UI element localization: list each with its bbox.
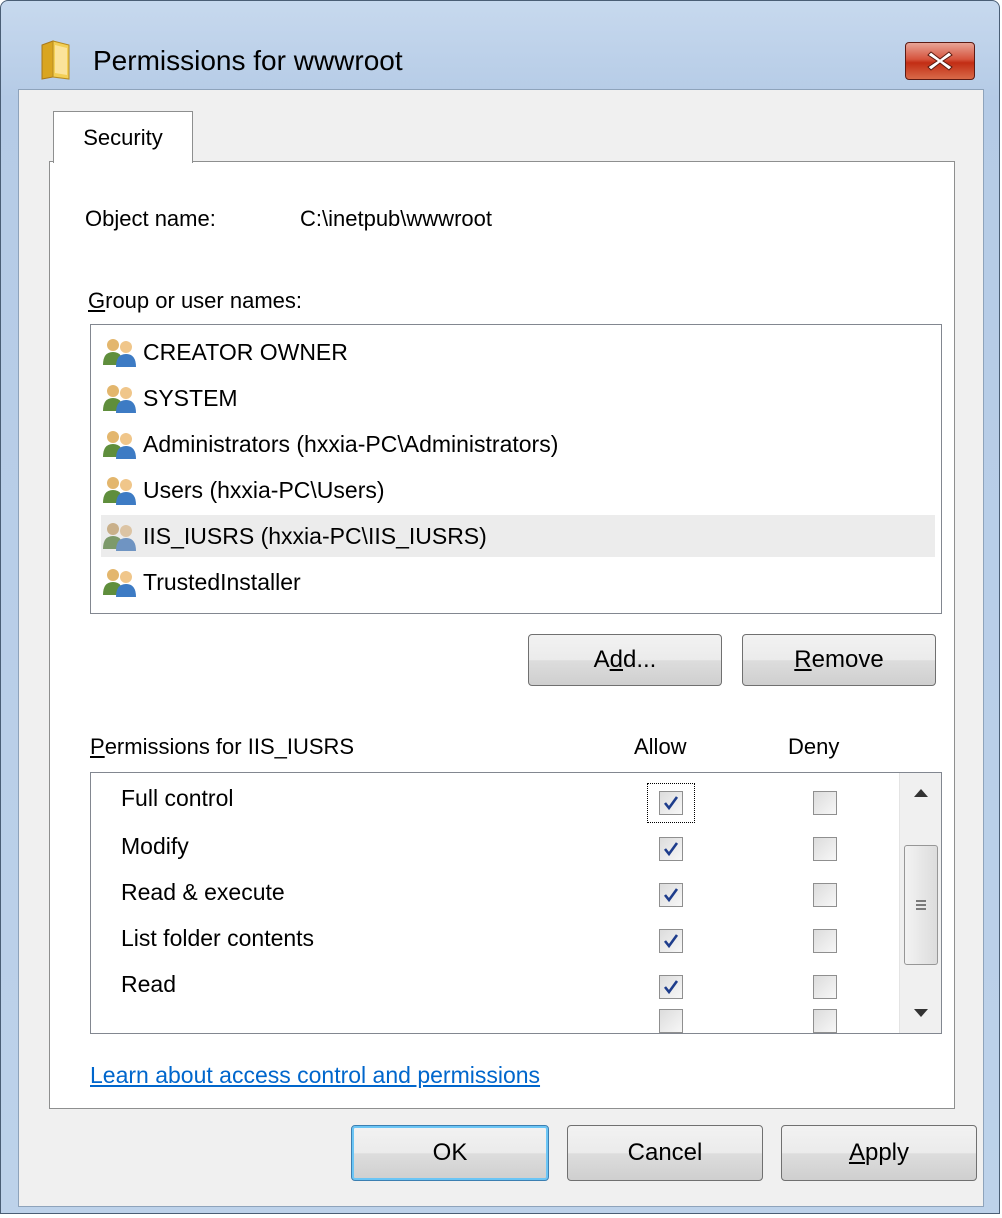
scroll-thumb[interactable] xyxy=(904,845,938,965)
tab-security[interactable]: Security xyxy=(53,111,193,163)
group-user-listbox[interactable]: CREATOR OWNER SYSTEM Administrators (hxx… xyxy=(90,324,942,614)
dialog-window: Permissions for wwwroot Security Object … xyxy=(0,0,1000,1214)
permission-row-partial xyxy=(91,1009,901,1033)
permission-row: Modify xyxy=(91,825,901,871)
list-item[interactable]: TrustedInstaller xyxy=(101,561,935,603)
window-title: Permissions for wwwroot xyxy=(93,45,403,76)
group-label-accesskey: G xyxy=(88,288,106,313)
list-item[interactable]: CREATOR OWNER xyxy=(101,331,935,373)
permission-name: Read xyxy=(121,971,176,997)
list-item-label: Administrators (hxxia-PC\Administrators) xyxy=(143,430,559,457)
remove-button-label-rest: emove xyxy=(811,646,884,673)
apply-button-accesskey: A xyxy=(848,1139,865,1166)
permissions-title-accesskey: P xyxy=(90,734,105,759)
user-group-icon xyxy=(103,569,136,597)
checkmark-icon xyxy=(663,980,679,995)
permission-name: List folder contents xyxy=(121,925,315,951)
allow-checkbox[interactable] xyxy=(659,975,683,999)
close-button[interactable] xyxy=(905,42,975,80)
deny-checkbox[interactable] xyxy=(813,883,837,907)
user-group-icon xyxy=(103,477,136,505)
permission-row: Read & execute xyxy=(91,871,901,917)
permissions-title: Permissions for IIS_IUSRS xyxy=(90,734,354,760)
add-button-label-a: A xyxy=(593,646,610,673)
object-name-label: Object name: xyxy=(85,206,216,231)
allow-checkbox[interactable] xyxy=(659,929,683,953)
add-button-accesskey: d xyxy=(609,646,623,673)
list-item-label: IIS_IUSRS (hxxia-PC\IIS_IUSRS) xyxy=(143,522,487,549)
permission-name: Modify xyxy=(121,833,189,859)
allow-checkbox[interactable] xyxy=(659,791,683,815)
ok-button[interactable]: OK xyxy=(351,1125,549,1181)
remove-button[interactable]: Remove xyxy=(742,634,936,686)
learn-more-link[interactable]: Learn about access control and permissio… xyxy=(90,1062,540,1089)
security-panel: Object name: C:\inetpub\wwwroot Group or… xyxy=(49,161,955,1109)
deny-column-header: Deny xyxy=(788,734,840,759)
user-group-icon xyxy=(103,523,136,551)
list-item[interactable]: SYSTEM xyxy=(101,377,935,419)
checkmark-icon xyxy=(663,934,679,949)
deny-checkbox[interactable] xyxy=(813,791,837,815)
permission-name: Read & execute xyxy=(121,879,285,905)
add-button-label-rest: d... xyxy=(623,646,657,673)
list-item-label: SYSTEM xyxy=(143,384,238,411)
arrow-up-icon xyxy=(914,789,928,797)
list-item-label: TrustedInstaller xyxy=(143,568,301,595)
permission-name: Full control xyxy=(121,785,234,811)
allow-checkbox[interactable] xyxy=(659,883,683,907)
apply-button[interactable]: Apply xyxy=(781,1125,977,1181)
deny-checkbox[interactable] xyxy=(813,929,837,953)
permission-row: List folder contents xyxy=(91,917,901,963)
checkmark-icon xyxy=(663,796,679,811)
allow-column-header: Allow xyxy=(634,734,687,759)
scroll-down-button[interactable] xyxy=(900,993,941,1033)
user-group-icon xyxy=(103,385,136,413)
deny-checkbox[interactable] xyxy=(813,1009,837,1033)
deny-checkbox[interactable] xyxy=(813,975,837,999)
deny-checkbox[interactable] xyxy=(813,837,837,861)
list-item[interactable]: Administrators (hxxia-PC\Administrators) xyxy=(101,423,935,465)
permissions-title-rest: ermissions for IIS_IUSRS xyxy=(104,734,355,759)
add-button[interactable]: Ad d... xyxy=(528,634,722,686)
list-item-label: CREATOR OWNER xyxy=(143,338,348,365)
close-icon xyxy=(927,51,953,71)
permission-row: Read xyxy=(91,963,901,1009)
grip-icon xyxy=(916,900,926,910)
checkmark-icon xyxy=(663,842,679,857)
list-item-label: Users (hxxia-PC\Users) xyxy=(143,476,385,503)
group-label-rest: roup or user names: xyxy=(105,288,302,313)
arrow-down-icon xyxy=(914,1009,928,1017)
vertical-scrollbar[interactable] xyxy=(899,773,941,1033)
object-name-value: C:\inetpub\wwwroot xyxy=(300,206,492,231)
cancel-button[interactable]: Cancel xyxy=(567,1125,763,1181)
user-group-icon xyxy=(103,431,136,459)
permission-row: Full control xyxy=(91,777,901,823)
allow-checkbox[interactable] xyxy=(659,1009,683,1033)
remove-button-accesskey: R xyxy=(794,646,812,673)
apply-button-label-rest: pply xyxy=(864,1139,910,1166)
permissions-list: Full control Modify Read & execute List … xyxy=(90,772,942,1034)
allow-checkbox[interactable] xyxy=(659,837,683,861)
list-item[interactable]: Users (hxxia-PC\Users) xyxy=(101,469,935,511)
scroll-up-button[interactable] xyxy=(900,773,941,813)
user-group-icon xyxy=(103,339,136,367)
checkmark-icon xyxy=(663,888,679,903)
list-item-selected[interactable]: IIS_IUSRS (hxxia-PC\IIS_IUSRS) xyxy=(101,515,935,557)
folder-icon xyxy=(41,40,70,80)
group-user-names-label: Group or user names: xyxy=(88,288,302,314)
